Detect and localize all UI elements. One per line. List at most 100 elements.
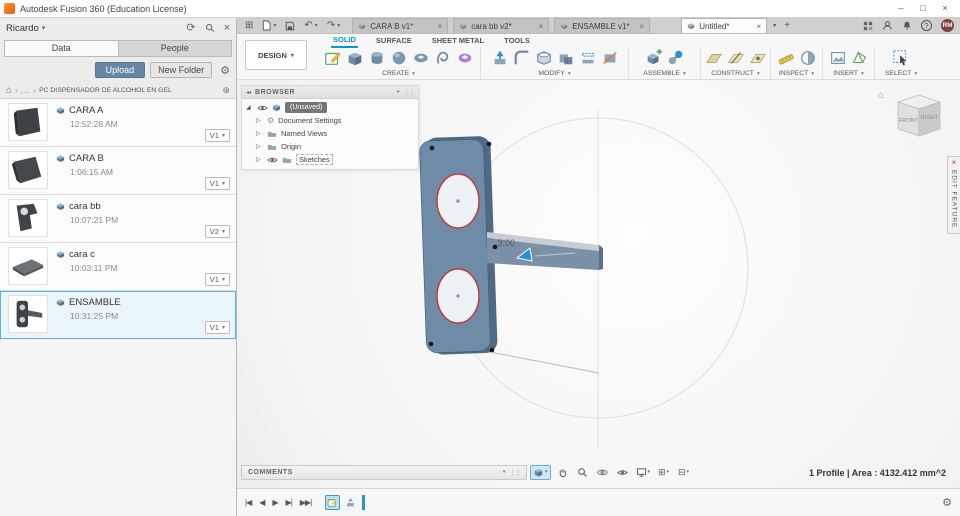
tree-expanded-icon[interactable]: ◢ <box>246 104 253 111</box>
list-item-cara-b[interactable]: CARA B 1:06:15 AM V1 ▾ <box>0 147 236 195</box>
tab-surface[interactable]: SURFACE <box>374 35 414 47</box>
select-cursor-icon[interactable] <box>891 48 911 68</box>
combine-icon[interactable] <box>556 48 576 68</box>
home-view-icon[interactable]: ⌂ <box>878 90 884 101</box>
viewports-icon[interactable]: ⊟ ▾ <box>675 465 692 480</box>
version-badge[interactable]: V2 ▾ <box>204 225 230 238</box>
drag-handle-icon[interactable]: ⋮⋮ <box>404 89 415 96</box>
create-sphere-icon[interactable] <box>389 48 409 68</box>
press-pull-icon[interactable] <box>490 48 510 68</box>
inspect-dropdown[interactable]: INSPECT ▾ <box>779 70 814 77</box>
grid-snap-icon[interactable]: ⊞ ▾ <box>655 465 672 480</box>
close-icon[interactable]: × <box>952 159 957 167</box>
user-menu[interactable]: Ricardo <box>6 23 39 34</box>
modify-dropdown[interactable]: MODIFY ▾ <box>538 70 570 77</box>
browser-node-origin[interactable]: ▷ Origin <box>242 140 418 153</box>
document-tab-untitled[interactable]: Untitled* × <box>681 18 768 33</box>
new-tab-icon[interactable]: + <box>784 20 790 31</box>
visibility-eye-icon[interactable] <box>267 156 278 164</box>
measure-icon[interactable] <box>776 48 796 68</box>
gear-icon[interactable]: ⚙ <box>220 64 230 77</box>
go-to-start-icon[interactable]: |◀ <box>245 498 252 507</box>
insert-mesh-icon[interactable] <box>850 48 870 68</box>
comments-bar[interactable]: COMMENTS ● ⋮⋮ <box>241 465 527 480</box>
create-form-icon[interactable] <box>455 48 475 68</box>
timeline-position-marker[interactable] <box>362 495 366 510</box>
tree-collapsed-icon[interactable]: ▷ <box>256 143 263 150</box>
create-dropdown[interactable]: CREATE ▾ <box>382 70 415 77</box>
tab-sheet-metal[interactable]: SHEET METAL <box>430 35 486 47</box>
visibility-eye-icon[interactable] <box>257 104 268 112</box>
comments-options-icon[interactable]: ● <box>502 469 506 476</box>
tab-close-icon[interactable]: × <box>438 22 443 31</box>
step-back-icon[interactable]: ◀ <box>259 498 265 507</box>
undo-icon[interactable]: ↶ ▾ <box>304 20 317 31</box>
share-project-icon[interactable]: ⊕ <box>222 85 230 96</box>
avatar[interactable]: RM <box>941 19 954 32</box>
offset-face-icon[interactable] <box>578 48 598 68</box>
create-cylinder-icon[interactable] <box>367 48 387 68</box>
hole-bottom[interactable] <box>436 268 480 324</box>
help-icon[interactable]: ? <box>921 20 932 31</box>
tab-close-icon[interactable]: × <box>757 22 762 31</box>
browser-header[interactable]: ◂◂ BROWSER ● ⋮⋮ <box>242 86 418 99</box>
extensions-icon[interactable] <box>863 21 873 31</box>
close-button[interactable]: × <box>934 0 956 17</box>
new-component-icon[interactable] <box>644 48 664 68</box>
select-dropdown[interactable]: SELECT ▾ <box>885 70 917 77</box>
tab-close-icon[interactable]: × <box>640 22 645 31</box>
browser-node-document-settings[interactable]: ▷ ⚙ Document Settings <box>242 114 418 127</box>
minimize-button[interactable]: – <box>890 0 912 17</box>
fillet-icon[interactable] <box>512 48 532 68</box>
version-badge[interactable]: V1 ▾ <box>204 129 230 142</box>
search-icon[interactable] <box>205 23 215 33</box>
timeline-sketch-feature[interactable] <box>325 495 341 510</box>
breadcrumb-project[interactable]: PC DISPENSADOR DE ALCOHOL EN GEL <box>39 87 172 94</box>
new-folder-button[interactable]: New Folder <box>150 62 213 78</box>
document-tab-cara-bb[interactable]: cara bb v2* × <box>453 18 550 33</box>
profile-icon[interactable] <box>882 20 893 31</box>
insert-dropdown[interactable]: INSERT ▾ <box>833 70 864 77</box>
list-item-cara-a[interactable]: CARA A 12:52:28 AM V1 ▾ <box>0 99 236 147</box>
breadcrumb-ellipsis[interactable]: ... <box>21 86 31 95</box>
go-to-end-icon[interactable]: ▶▶| <box>300 498 312 507</box>
close-panel-icon[interactable]: × <box>224 22 230 34</box>
orbit-icon[interactable] <box>594 465 611 480</box>
browser-options-icon[interactable]: ● <box>396 89 400 95</box>
section-analysis-icon[interactable] <box>798 48 818 68</box>
tab-solid[interactable]: SOLID <box>331 34 358 48</box>
drag-handle-icon[interactable]: ⋮⋮ <box>510 469 521 476</box>
hole-top[interactable] <box>436 173 480 229</box>
list-item-cara-bb[interactable]: cara bb 10:07:21 PM V2 ▾ <box>0 195 236 243</box>
save-icon[interactable] <box>285 21 295 31</box>
browser-node-sketches[interactable]: ▷ Sketches <box>242 153 418 166</box>
create-torus-icon[interactable] <box>411 48 431 68</box>
assemble-dropdown[interactable]: ASSEMBLE ▾ <box>643 70 685 77</box>
create-sketch-icon[interactable] <box>323 48 343 68</box>
document-tab-ensamble[interactable]: ENSAMBLE v1* × <box>554 18 651 33</box>
create-coil-icon[interactable] <box>433 48 453 68</box>
collapse-browser-icon[interactable]: ◂◂ <box>246 89 251 96</box>
version-badge[interactable]: V1 ▾ <box>204 273 230 286</box>
notifications-bell-icon[interactable] <box>902 20 912 31</box>
tree-collapsed-icon[interactable]: ▷ <box>256 130 263 137</box>
construct-plane-icon[interactable] <box>704 48 724 68</box>
pan-hand-icon[interactable] <box>554 465 571 480</box>
shell-icon[interactable] <box>534 48 554 68</box>
version-badge[interactable]: V1 ▾ <box>204 177 230 190</box>
list-item-cara-c[interactable]: cara c 10:03:11 PM V1 ▾ <box>0 243 236 291</box>
list-item-ensamble[interactable]: ENSAMBLE 10:31:25 PM V1 ▾ <box>0 291 236 339</box>
tab-data[interactable]: Data <box>5 41 118 56</box>
play-icon[interactable]: ▶ <box>272 498 278 507</box>
view-cube[interactable]: ⌂ FRONT RIGHT <box>878 88 950 146</box>
display-settings-icon[interactable]: ▾ <box>634 465 653 480</box>
maximize-button[interactable]: □ <box>912 0 934 17</box>
tree-collapsed-icon[interactable]: ▷ <box>256 117 263 124</box>
split-body-icon[interactable] <box>600 48 620 68</box>
tab-tools[interactable]: TOOLS <box>502 35 532 47</box>
insert-canvas-icon[interactable] <box>828 48 848 68</box>
tab-list-icon[interactable]: ▾ <box>773 22 776 29</box>
viewcube-right-label[interactable]: RIGHT <box>921 115 939 121</box>
joint-icon[interactable] <box>666 48 686 68</box>
root-node-label[interactable]: (Unsaved) <box>285 102 328 113</box>
